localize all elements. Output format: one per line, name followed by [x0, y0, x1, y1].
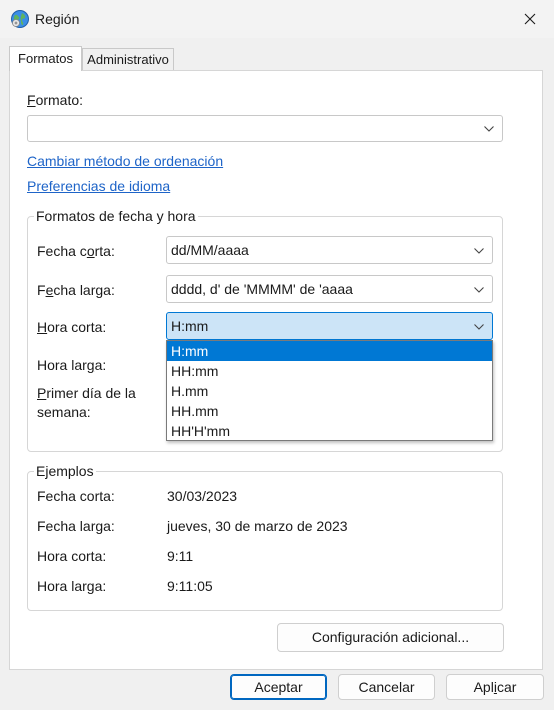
dropdown-option[interactable]: HH:mm	[167, 361, 492, 381]
example-label: Fecha corta:	[37, 488, 115, 504]
datetime-formats-title: Formatos de fecha y hora	[34, 208, 198, 224]
example-value: 9:11	[167, 548, 194, 564]
example-value: 30/03/2023	[167, 488, 238, 504]
first-day-label: Primer día de la semana:	[37, 385, 136, 420]
long-date-select[interactable]: dddd, d' de 'MMMM' de 'aaaa	[166, 275, 493, 303]
apply-button[interactable]: Aplicar	[446, 674, 544, 700]
short-time-select[interactable]: H:mm	[166, 312, 493, 340]
dropdown-option[interactable]: H.mm	[167, 381, 492, 401]
example-label: Hora larga:	[37, 578, 107, 594]
format-select[interactable]	[27, 115, 503, 142]
chevron-down-icon	[474, 248, 484, 254]
chevron-down-icon	[474, 324, 484, 330]
dropdown-option[interactable]: HH.mm	[167, 401, 492, 421]
long-date-value: dddd, d' de 'MMMM' de 'aaaa	[171, 281, 353, 297]
long-time-label: Hora larga:	[37, 357, 107, 373]
example-value: 9:11:05	[167, 578, 213, 594]
short-date-value: dd/MM/aaaa	[171, 242, 249, 258]
dropdown-option[interactable]: H:mm	[167, 341, 492, 361]
short-time-value: H:mm	[171, 318, 209, 334]
chevron-down-icon	[484, 126, 494, 132]
long-date-label: Fecha larga:	[37, 282, 115, 298]
short-date-select[interactable]: dd/MM/aaaa	[166, 236, 493, 264]
example-value: jueves, 30 de marzo de 2023	[167, 518, 348, 534]
window-title: Región	[35, 11, 80, 27]
format-label: Formato:	[27, 92, 84, 108]
short-time-label: Hora corta:	[37, 319, 107, 335]
example-label: Hora corta:	[37, 548, 107, 564]
tab-formatos[interactable]: Formatos	[9, 46, 82, 71]
title-bar: Región	[0, 0, 554, 38]
short-time-dropdown-list[interactable]: H:mm HH:mm H.mm HH.mm HH'H'mm	[166, 340, 493, 441]
close-button[interactable]	[506, 0, 554, 38]
example-label: Fecha larga:	[37, 518, 115, 534]
dropdown-option[interactable]: HH'H'mm	[167, 421, 492, 441]
close-icon	[524, 13, 536, 25]
change-sort-link[interactable]: Cambiar método de ordenación	[27, 153, 223, 169]
short-date-label: Fecha corta:	[37, 243, 115, 259]
chevron-down-icon	[474, 287, 484, 293]
cancel-button[interactable]: Cancelar	[338, 674, 435, 700]
tab-administrativo[interactable]: Administrativo	[82, 48, 174, 70]
additional-settings-button[interactable]: Configuración adicional...	[277, 623, 504, 652]
examples-title: Ejemplos	[34, 463, 96, 479]
accept-button[interactable]: Aceptar	[230, 674, 327, 700]
globe-region-icon	[11, 10, 29, 28]
language-preferences-link[interactable]: Preferencias de idioma	[27, 178, 170, 194]
